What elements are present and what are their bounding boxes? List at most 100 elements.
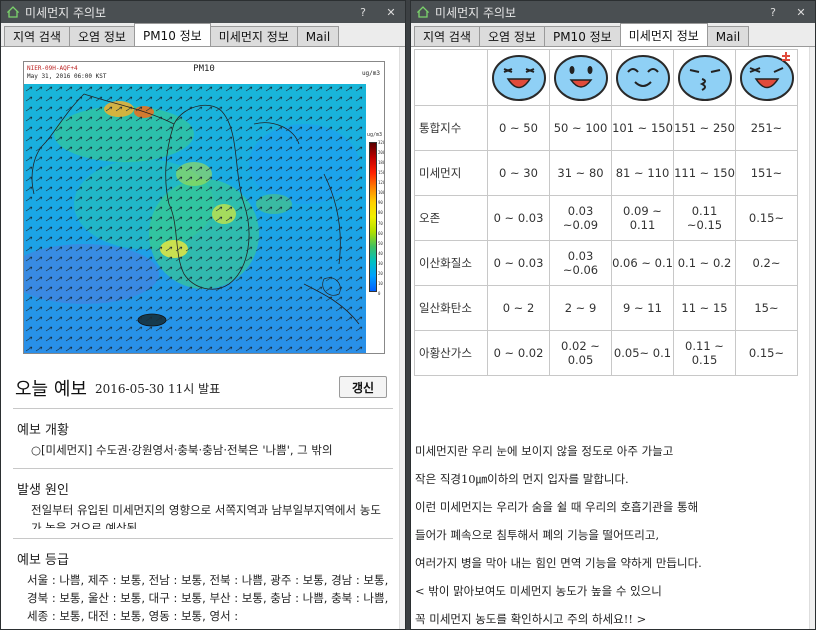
row-label: 이산화질소: [414, 240, 488, 286]
colorbar-tick: 90: [378, 200, 383, 206]
close-button[interactable]: ✕: [787, 6, 815, 19]
grade-cell: 2 ~ 9: [549, 285, 612, 331]
row-label: 아황산가스: [414, 330, 488, 376]
table-corner-cell: [414, 49, 488, 106]
colorbar-tick: 0: [378, 290, 381, 296]
grade-cell: 0.11 ~ 0.15: [673, 330, 736, 376]
grade-cell: 31 ~ 80: [549, 150, 612, 196]
left-window: 미세먼지 주의보 ? ✕ 지역 검색 오염 정보 PM10 정보 미세먼지 정보…: [0, 0, 406, 630]
tab-pollution-info[interactable]: 오염 정보: [478, 26, 545, 46]
info-line: < 밖이 맑아보여도 미세먼지 농도가 높을 수 있으니: [415, 584, 662, 598]
very-bad-face-icon: [739, 51, 794, 101]
grade-cell: 11 ~ 15: [673, 285, 736, 331]
grade-cell: 0 ~ 50: [487, 105, 550, 151]
section-title-overview: 예보 개황: [17, 423, 69, 438]
left-title-bar[interactable]: 미세먼지 주의보 ? ✕: [1, 1, 405, 23]
face-cell: [549, 49, 612, 106]
right-content: 통합지수 0 ~ 50 50 ~ 100 101 ~ 150 151 ~ 250…: [411, 47, 815, 629]
section-divider: [13, 468, 393, 469]
pm10-concentration-map: [24, 84, 366, 353]
tab-region-search[interactable]: 지역 검색: [4, 26, 70, 46]
close-button[interactable]: ✕: [377, 6, 405, 19]
right-tab-bar: 지역 검색 오염 정보 PM10 정보 미세먼지 정보 Mail: [411, 23, 815, 47]
section-body-overview: ○[미세먼지] 수도권·강원영서·충북·충남·전북은 '나쁨', 그 밖의: [31, 443, 333, 457]
tab-fine-dust-info[interactable]: 미세먼지 정보: [619, 23, 708, 46]
tab-pollution-info[interactable]: 오염 정보: [68, 26, 135, 46]
map-header: NIER-09H-AQF+4 May 31, 2016 06:00 KST PM…: [24, 62, 384, 86]
left-content: NIER-09H-AQF+4 May 31, 2016 06:00 KST PM…: [1, 47, 405, 629]
refresh-button[interactable]: 갱신: [339, 376, 387, 398]
face-cell: [735, 49, 798, 106]
grade-cell: 0 ~ 0.03: [487, 195, 550, 241]
grade-cell: 0 ~ 2: [487, 285, 550, 331]
row-label: 오존: [414, 195, 488, 241]
section-divider: [13, 538, 393, 539]
tab-pm10-info[interactable]: PM10 정보: [133, 23, 211, 46]
grade-cell: 151 ~ 250: [673, 105, 736, 151]
grade-cell: 0.2~: [735, 240, 798, 286]
colorbar-tick: 150: [378, 170, 385, 176]
grade-cell: 0 ~ 0.02: [487, 330, 550, 376]
table-row: 이산화질소 0 ~ 0.03 0.03 ~0.06 0.06 ~ 0.1 0.1…: [414, 240, 798, 286]
colorbar-tick: 70: [378, 220, 383, 226]
tab-mail[interactable]: Mail: [296, 26, 340, 46]
forecast-date: 2016-05-30 11시 발표: [94, 381, 221, 396]
pm10-map: NIER-09H-AQF+4 May 31, 2016 06:00 KST PM…: [23, 61, 385, 354]
colorbar-tick: 120: [378, 180, 385, 186]
section-title-cause: 발생 원인: [17, 483, 69, 498]
tab-pm10-info[interactable]: PM10 정보: [543, 26, 621, 46]
colorbar-tick: 100: [378, 190, 385, 196]
grade-cell: 0.15~: [735, 330, 798, 376]
face-cell: [611, 49, 674, 106]
right-title-bar[interactable]: 미세먼지 주의보 ? ✕: [411, 1, 815, 23]
grade-cell: 0.09 ~ 0.11: [611, 195, 674, 241]
map-right-caption: ug/m3: [361, 70, 380, 77]
colorbar-tick: 30: [378, 260, 383, 266]
tab-fine-dust-info[interactable]: 미세먼지 정보: [209, 26, 298, 46]
grade-cell: 0 ~ 30: [487, 150, 550, 196]
colorbar-tick: 80: [378, 210, 383, 216]
colorbar-tick: 40: [378, 250, 383, 256]
left-window-title: 미세먼지 주의보: [25, 5, 107, 20]
forecast-header: 오늘 예보 2016-05-30 11시 발표 갱신: [15, 373, 391, 403]
grade-cell: 0.1 ~ 0.2: [673, 240, 736, 286]
table-row: 오존 0 ~ 0.03 0.03 ~0.09 0.09 ~ 0.11 0.11 …: [414, 195, 798, 241]
bad-face-icon: [677, 54, 732, 101]
grade-cell: 0.15~: [735, 195, 798, 241]
grade-cell: 0 ~ 0.03: [487, 240, 550, 286]
row-label: 통합지수: [414, 105, 488, 151]
info-line: 이런 미세먼지는 우리가 숨을 쉴 때 우리의 호흡기관을 통해: [415, 500, 699, 514]
info-line: 꼭 미세먼지 농도를 확인하시고 주의 하세요!! >: [415, 612, 647, 626]
fine-dust-description: 미세먼지란 우리 눈에 보이지 않을 정도로 아주 가늘고 작은 직경10㎛이하…: [415, 437, 805, 629]
row-label: 일산화탄소: [414, 285, 488, 331]
grade-cell: 9 ~ 11: [611, 285, 674, 331]
forecast-title: 오늘 예보: [15, 379, 87, 400]
grade-cell: 15~: [735, 285, 798, 331]
face-cell: [673, 49, 736, 106]
good-face-icon: [553, 54, 608, 101]
grade-cell: 0.03 ~0.09: [549, 195, 612, 241]
table-row: 일산화탄소 0 ~ 2 2 ~ 9 9 ~ 11 11 ~ 15 15~: [414, 285, 798, 331]
help-button[interactable]: ?: [759, 6, 787, 19]
normal-face-icon: [615, 54, 670, 101]
colorbar-tick: 60: [378, 230, 383, 236]
info-line: 작은 직경10㎛이하의 먼지 입자를 말합니다.: [415, 472, 629, 486]
grade-cell: 251~: [735, 105, 798, 151]
tab-region-search[interactable]: 지역 검색: [414, 26, 480, 46]
colorbar-tick: 320: [378, 140, 385, 145]
colorbar-ticks: 320 200 180 150 120 100 90 80 70 60 50 4…: [378, 140, 385, 296]
info-line: 여러가지 병을 막아 내는 힘인 면역 기능을 약하게 만듭니다.: [415, 556, 702, 570]
face-cell: [487, 49, 550, 106]
pm10-colorbar: [369, 142, 377, 292]
tab-mail[interactable]: Mail: [706, 26, 750, 46]
right-scrollbar[interactable]: [809, 47, 815, 629]
grade-cell: 81 ~ 110: [611, 150, 674, 196]
info-line: 미세먼지란 우리 눈에 보이지 않을 정도로 아주 가늘고: [415, 444, 674, 458]
colorbar-tick: 20: [378, 270, 383, 276]
colorbar-tick: 200: [378, 150, 385, 156]
colorbar-tick: 180: [378, 160, 385, 166]
grade-cell: 111 ~ 150: [673, 150, 736, 196]
left-scrollbar[interactable]: [399, 47, 405, 629]
help-button[interactable]: ?: [349, 6, 377, 19]
grade-cell: 0.02 ~ 0.05: [549, 330, 612, 376]
